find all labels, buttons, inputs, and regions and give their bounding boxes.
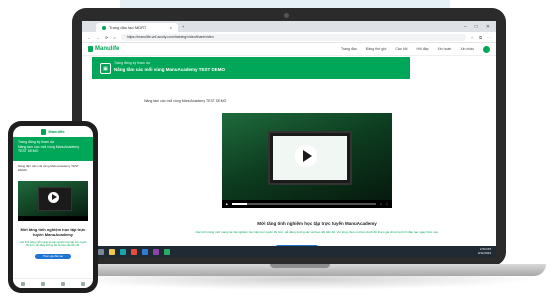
play-icon bbox=[302, 150, 312, 162]
breadcrumb: Nâng tầm các mối vùng ManuAcademy TEST D… bbox=[144, 99, 227, 103]
phone-breadcrumb: Nâng tầm các mối vùng ManuAcademy TEST D… bbox=[18, 164, 79, 172]
taskbar-date: 4/11/2024 bbox=[477, 250, 491, 255]
edge-icon[interactable] bbox=[120, 248, 126, 255]
tab-title: Trang đào tạo MDRT bbox=[109, 25, 147, 30]
play-button[interactable] bbox=[295, 145, 317, 167]
phone-section-title: Mời tăng tính nghiệm học tập trực tuyến … bbox=[20, 226, 86, 237]
phone-video-controls[interactable] bbox=[18, 215, 88, 221]
phone-join-training-button[interactable]: Tham gia đào tạo bbox=[35, 253, 71, 259]
star-icon[interactable]: ☆ bbox=[471, 35, 475, 40]
close-window-button[interactable]: ✕ bbox=[486, 24, 490, 30]
phone-header: Manulife bbox=[13, 126, 93, 137]
fullscreen-icon[interactable]: ⛶ bbox=[386, 202, 388, 206]
video-controls: ▶ ◖ ⛶ bbox=[222, 200, 392, 208]
close-tab-icon[interactable]: × bbox=[170, 25, 172, 30]
manulife-logo[interactable]: Manulife bbox=[88, 46, 119, 52]
phone-play-button[interactable] bbox=[48, 191, 59, 203]
phone-nav-profile-icon[interactable] bbox=[81, 281, 85, 286]
nav-item-5[interactable]: Xin hoàn bbox=[438, 47, 452, 51]
menu-icon[interactable]: ⋯ bbox=[487, 35, 491, 40]
mail-icon[interactable] bbox=[142, 248, 148, 255]
home-icon[interactable]: ⌂ bbox=[113, 35, 115, 40]
nav-item-4[interactable]: Hỏi đáp bbox=[416, 47, 428, 51]
phone-logo-icon bbox=[41, 128, 47, 135]
phone-play-icon bbox=[51, 194, 57, 201]
phone-screen: Manulife Trang đăng ký tham dự Nâng tầm … bbox=[13, 126, 93, 288]
maximize-button[interactable]: □ bbox=[475, 24, 478, 30]
video-progress-fill bbox=[232, 203, 247, 205]
video-progress-bar[interactable] bbox=[232, 203, 377, 205]
banner-subtitle: Trang đăng ký tham dự bbox=[114, 61, 151, 65]
phone-bottom-nav bbox=[13, 278, 93, 288]
back-icon[interactable]: ← bbox=[87, 35, 91, 40]
video-player[interactable]: ▶ ◖ ⛶ bbox=[222, 113, 392, 208]
app-icon[interactable] bbox=[153, 248, 159, 255]
user-avatar[interactable] bbox=[483, 45, 490, 53]
volume-icon[interactable]: ◖ bbox=[380, 202, 382, 206]
phone-frame: Manulife Trang đăng ký tham dự Nâng tầm … bbox=[8, 121, 98, 293]
banner-icon: ▣ bbox=[100, 63, 111, 74]
play-small-icon[interactable]: ▶ bbox=[226, 202, 228, 206]
laptop-base-notch bbox=[270, 264, 330, 268]
browser-toolbar: ☆ ⧉ ⋯ bbox=[471, 35, 491, 40]
favicon-icon bbox=[102, 25, 106, 30]
taskbar-clock[interactable]: 2:50 PM 4/11/2024 bbox=[477, 247, 491, 255]
phone-video-player[interactable] bbox=[18, 180, 88, 221]
address-bar: ← → ⟳ ⌂ https://manulife-vnf.acuity.com/… bbox=[82, 32, 496, 43]
new-tab-icon[interactable]: + bbox=[182, 24, 184, 29]
browser-tab-bar: Trang đào tạo MDRT × + – □ ✕ bbox=[82, 21, 496, 32]
chrome-icon[interactable] bbox=[131, 248, 137, 255]
file-explorer-icon[interactable] bbox=[109, 248, 115, 255]
nav-item-1[interactable]: Trang đào bbox=[341, 47, 357, 51]
window-controls: – □ ✕ bbox=[464, 24, 496, 30]
phone-logo-text: Manulife bbox=[48, 129, 65, 134]
phone-nav-search-icon[interactable] bbox=[41, 281, 45, 286]
search-icon[interactable] bbox=[98, 248, 104, 255]
section-title: Mời tăng tính nghiệm học tập trực tuyến … bbox=[257, 221, 377, 226]
page-banner: ▣ Trang đăng ký tham dự Nâng tầm các mối… bbox=[92, 57, 410, 79]
phone-nav-home-icon[interactable] bbox=[21, 281, 25, 286]
extensions-icon[interactable]: ⧉ bbox=[479, 35, 482, 40]
refresh-icon[interactable]: ⟳ bbox=[105, 35, 108, 40]
nav-item-2[interactable]: Đăng thứ giờ bbox=[366, 47, 387, 51]
banner-title: Nâng tầm các mối vùng ManuAcademy TEST D… bbox=[114, 67, 226, 72]
browser-tab[interactable]: Trang đào tạo MDRT × bbox=[96, 23, 178, 32]
site-nav: Trang đào Đăng thứ giờ Cáo hỏi Hỏi đáp X… bbox=[341, 45, 490, 53]
url-text: https://manulife-vnf.acuity.com/training… bbox=[126, 35, 214, 39]
nav-item-3[interactable]: Cáo hỏi bbox=[395, 47, 407, 51]
taskbar: 2:50 PM 4/11/2024 bbox=[82, 246, 496, 257]
forward-icon[interactable]: → bbox=[96, 35, 100, 40]
phone-nav-bell-icon[interactable] bbox=[61, 281, 65, 286]
url-input[interactable]: https://manulife-vnf.acuity.com/training… bbox=[120, 33, 466, 41]
site-header: Manulife Trang đào Đăng thứ giờ Cáo hỏi … bbox=[82, 43, 496, 56]
logo-text: Manulife bbox=[95, 46, 120, 52]
store-icon[interactable] bbox=[164, 248, 170, 255]
section-text: Các tính năng mới mang lại trải nghiệm h… bbox=[195, 230, 439, 234]
laptop-camera bbox=[284, 13, 289, 18]
nav-item-6[interactable]: Xin chào bbox=[460, 47, 474, 51]
logo-mark-icon bbox=[88, 46, 93, 52]
phone-banner-title: Nâng tầm các mối vùng ManuAcademy TEST D… bbox=[18, 144, 80, 154]
phone-section-text: Các tính năng mới mang lại trải nghiệm h… bbox=[19, 240, 87, 248]
minimize-button[interactable]: – bbox=[464, 24, 467, 30]
laptop-frame: Trang đào tạo MDRT × + – □ ✕ ← → ⟳ ⌂ htt… bbox=[72, 8, 506, 266]
phone-banner: Trang đăng ký tham dự Nâng tầm các mối v… bbox=[13, 137, 93, 161]
